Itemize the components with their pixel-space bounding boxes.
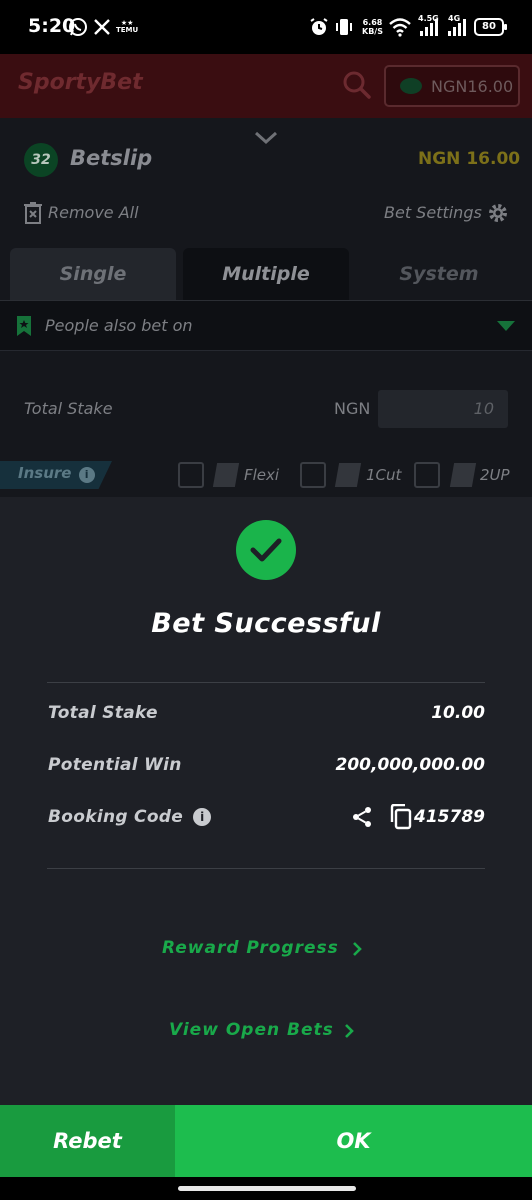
- flexi-logo-icon: [212, 463, 240, 487]
- flexi-checkbox[interactable]: [178, 462, 204, 488]
- reward-progress-label: Reward Progress: [162, 938, 339, 958]
- wifi-icon: [389, 18, 411, 37]
- betslip-balance: NGN 16.00: [418, 149, 521, 169]
- success-badge: [236, 520, 296, 580]
- total-stake-label: Total Stake: [24, 399, 113, 418]
- bet-count-badge: 32: [24, 143, 58, 177]
- flexi-label: Flexi: [244, 466, 280, 484]
- people-also-bet-on-row[interactable]: People also bet on: [0, 301, 532, 351]
- wallet-icon: [400, 78, 422, 94]
- vibrate-icon: [336, 19, 352, 35]
- ok-button[interactable]: OK: [175, 1105, 532, 1177]
- stake-currency: NGN: [334, 399, 371, 418]
- bookmark-icon: [17, 316, 31, 336]
- balance-button[interactable]: NGN16.00: [384, 65, 520, 107]
- remove-all-label: Remove All: [48, 203, 139, 222]
- 1cut-logo-icon: [334, 463, 362, 487]
- reward-progress-link[interactable]: Reward Progress: [162, 936, 372, 962]
- alarm-icon: [310, 18, 328, 35]
- tab-single[interactable]: Single: [10, 248, 176, 300]
- tab-multiple[interactable]: Multiple: [183, 248, 349, 300]
- temu-notification: ★★ TEMU: [116, 19, 139, 34]
- booking-code-label: Booking Code i: [48, 807, 212, 827]
- potential-win-value: 200,000,000.00: [335, 755, 486, 775]
- view-open-bets-link[interactable]: View Open Bets: [169, 1018, 369, 1044]
- booking-code-value: 415789: [414, 807, 485, 827]
- stake-input[interactable]: 10: [378, 390, 508, 428]
- tab-system[interactable]: System: [355, 248, 523, 300]
- 1cut-checkbox[interactable]: [300, 462, 326, 488]
- info-icon[interactable]: i: [193, 808, 212, 826]
- checkmark-icon: [250, 538, 282, 562]
- betslip-title: Betslip: [70, 146, 153, 170]
- chevron-right-icon: [353, 942, 362, 956]
- x-icon: [94, 19, 110, 35]
- signal-1-icon: [420, 18, 440, 36]
- home-indicator[interactable]: [178, 1186, 356, 1191]
- whatsapp-icon: [69, 18, 87, 36]
- total-stake-value: 10.00: [431, 703, 485, 723]
- bet-settings-label: Bet Settings: [384, 203, 482, 222]
- network-speed: 6.68 KB/S: [362, 18, 383, 36]
- 1cut-label: 1Cut: [366, 466, 402, 484]
- rebet-button[interactable]: Rebet: [0, 1105, 175, 1177]
- share-icon[interactable]: [350, 805, 374, 829]
- view-open-bets-label: View Open Bets: [169, 1020, 334, 1040]
- 2up-checkbox[interactable]: [414, 462, 440, 488]
- 2up-logo-icon: [449, 463, 477, 487]
- sportybet-logo: SportyBet: [18, 70, 143, 95]
- bottom-divider: [47, 868, 485, 869]
- header-balance: NGN16.00: [431, 77, 514, 96]
- search-icon[interactable]: [342, 70, 372, 100]
- gear-icon: [489, 204, 507, 222]
- battery-indicator: 80: [474, 18, 507, 36]
- caret-down-icon: [497, 321, 515, 331]
- top-divider: [47, 682, 485, 683]
- bet-settings-button[interactable]: Bet Settings: [384, 201, 510, 225]
- info-icon: i: [78, 467, 95, 483]
- status-bar: 5:20 ★★ TEMU 6.68 KB/S 4.5G 4G 80: [0, 0, 532, 54]
- people-also-bet-on-label: People also bet on: [45, 316, 193, 335]
- bet-success-modal: [0, 497, 532, 1105]
- 2up-label: 2UP: [480, 466, 510, 484]
- total-stake-row-label: Total Stake: [48, 703, 158, 723]
- potential-win-label: Potential Win: [48, 755, 182, 775]
- modal-title: Bet Successful: [151, 608, 381, 639]
- chevron-down-icon[interactable]: [252, 128, 280, 148]
- signal-2-icon: [448, 18, 468, 36]
- chevron-right-icon: [345, 1024, 354, 1038]
- trash-icon: [24, 202, 42, 224]
- copy-icon[interactable]: [388, 804, 412, 830]
- insure-label: Insure i: [18, 464, 95, 483]
